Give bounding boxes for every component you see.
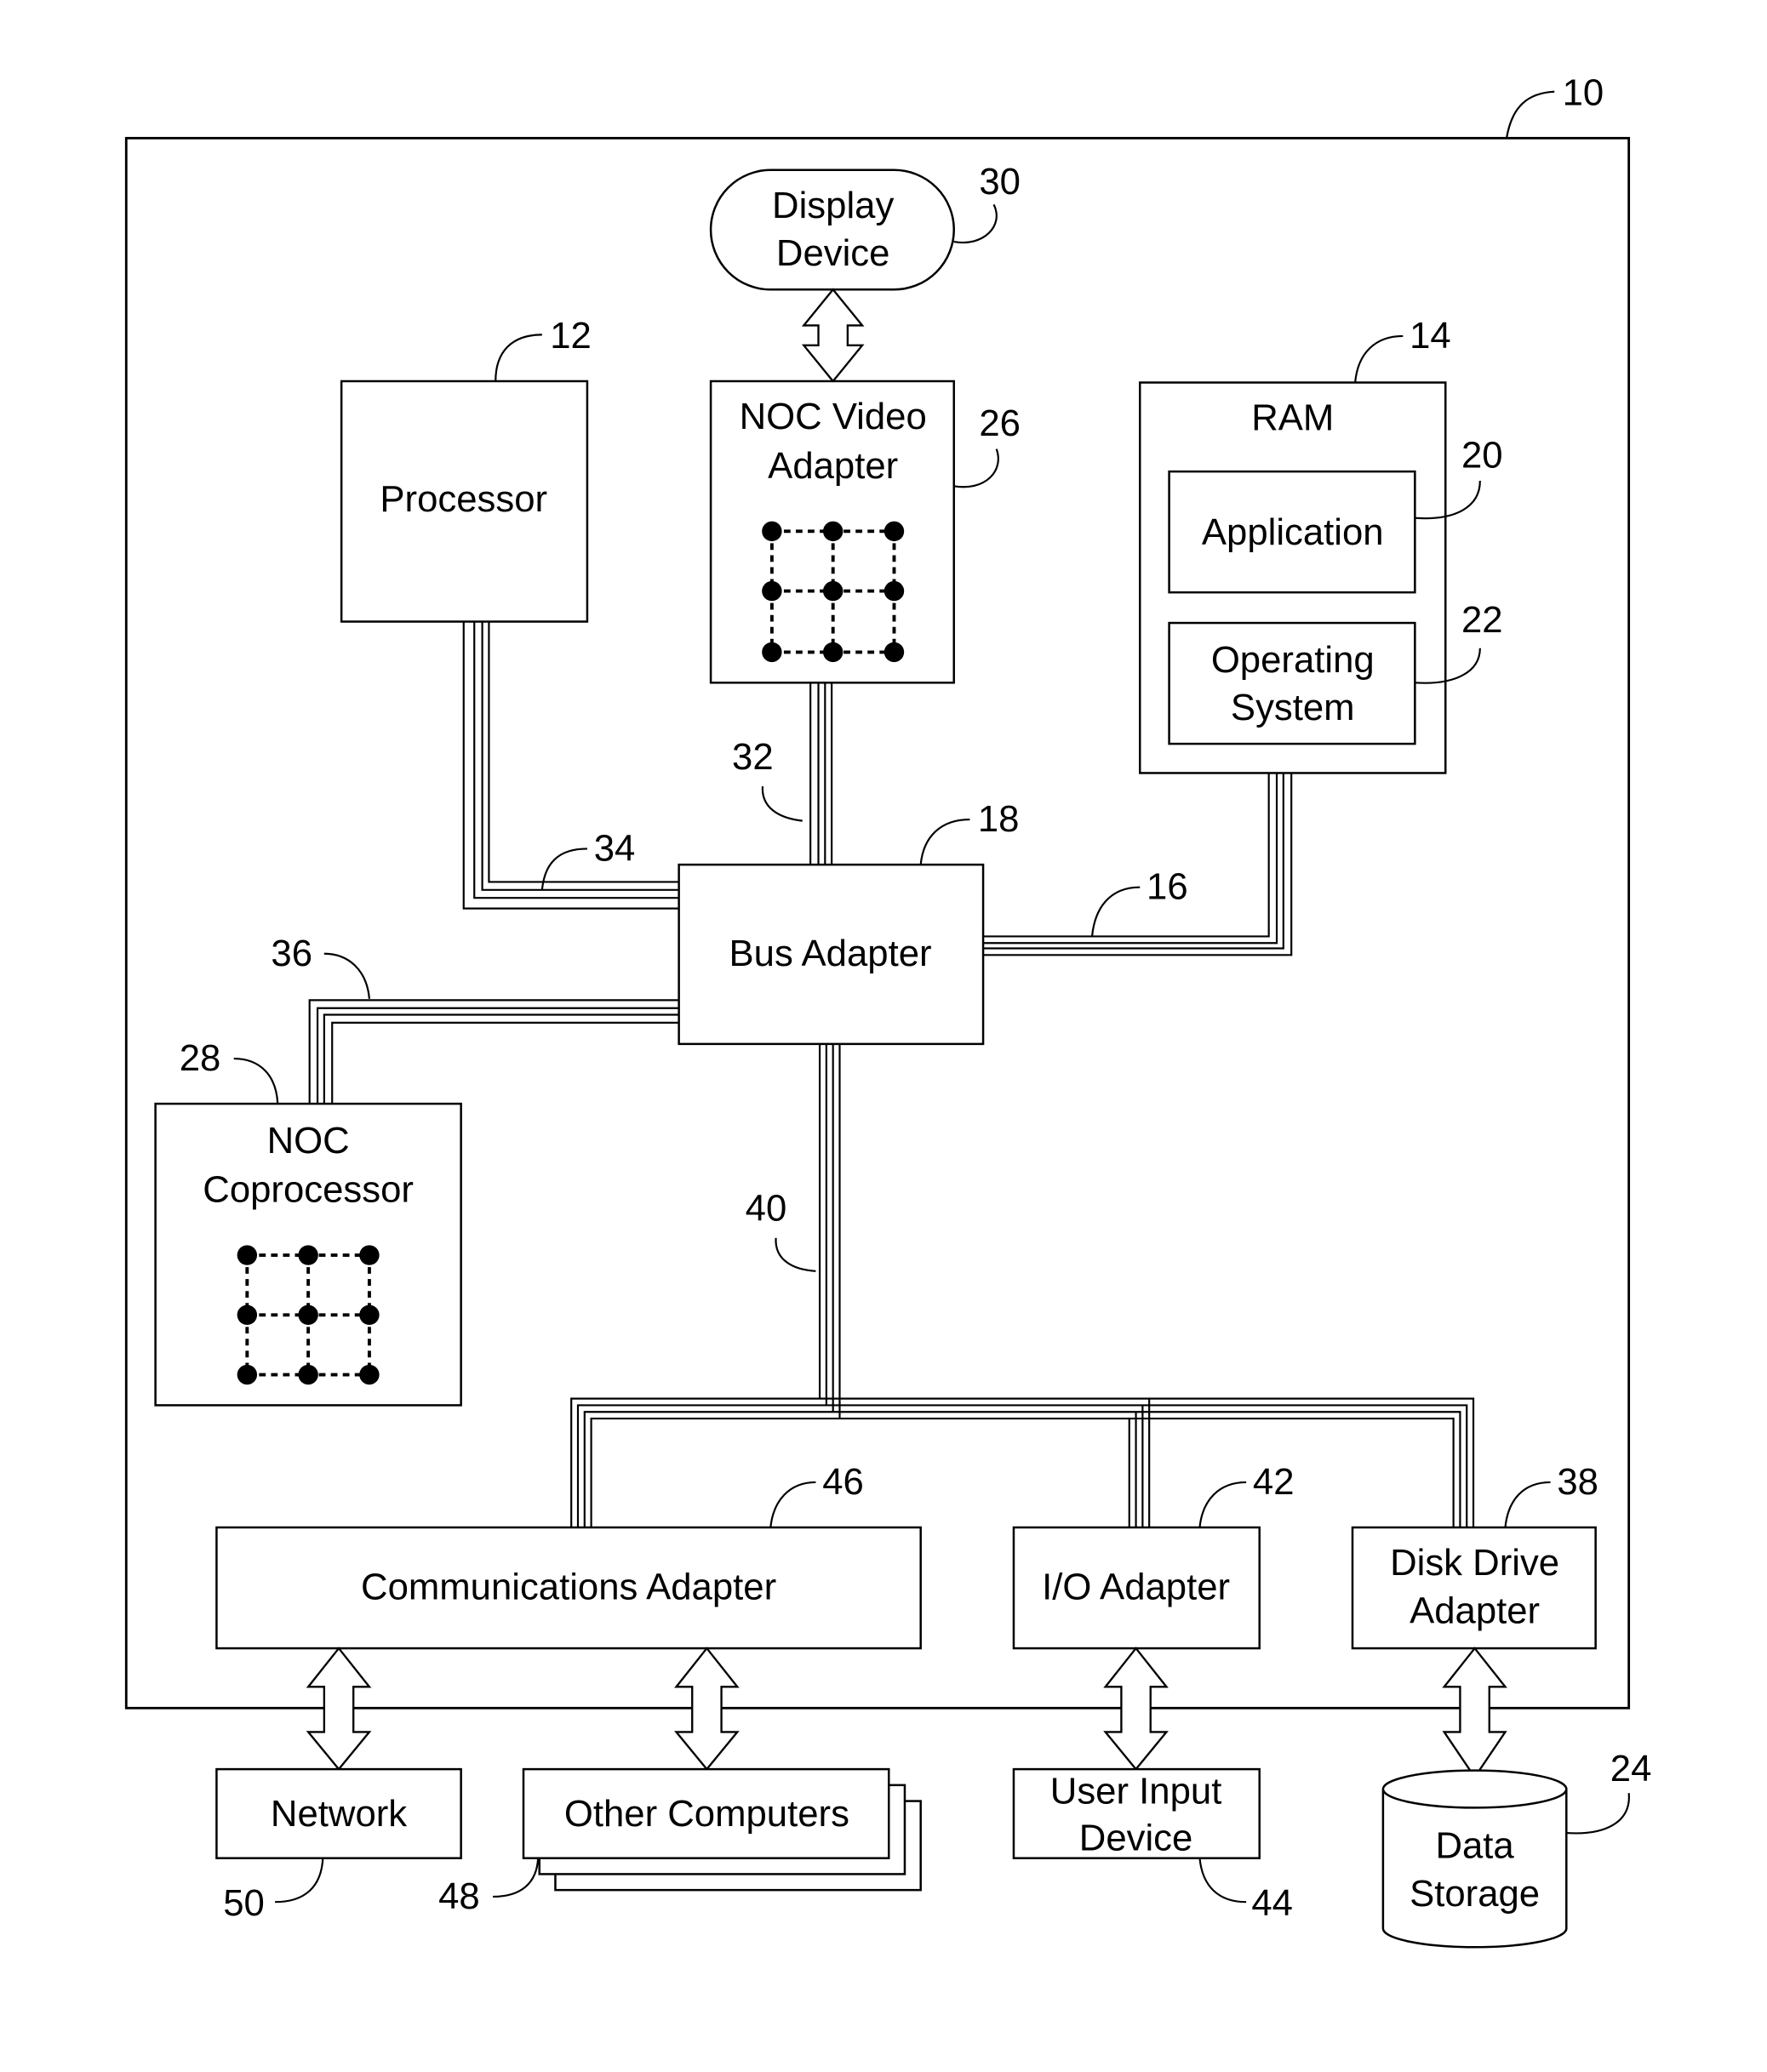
processor-ref: 12	[550, 315, 592, 357]
operating-system-ref: 22	[1461, 599, 1503, 641]
disk-drive-adapter-label-1: Disk Drive	[1390, 1542, 1559, 1584]
ram-leader	[1354, 334, 1404, 383]
disk-drive-adapter-ref: 38	[1557, 1461, 1598, 1503]
data-storage-label-1: Data	[1435, 1825, 1514, 1867]
ram-ref: 14	[1410, 315, 1451, 357]
other-computers-leader	[493, 1858, 540, 1898]
data-storage-arrow-icon	[1442, 1647, 1507, 1779]
io-adapter-ref: 42	[1253, 1461, 1295, 1503]
communications-adapter-ref: 46	[822, 1461, 864, 1503]
noc-coprocessor-leader	[233, 1057, 279, 1104]
memory-bus-leader	[1090, 886, 1141, 937]
front-side-bus	[462, 621, 679, 910]
operating-system-label-1: Operating	[1211, 639, 1375, 681]
front-side-bus-leader	[540, 848, 587, 890]
noc-video-adapter-leader	[953, 448, 999, 488]
coprocessor-bus-leader	[323, 952, 371, 999]
data-storage-ref: 24	[1610, 1748, 1652, 1789]
other-computers-ref: 48	[438, 1875, 480, 1917]
coprocessor-bus	[308, 999, 679, 1104]
coprocessor-bus-ref: 36	[271, 933, 312, 974]
expansion-bus-leader	[775, 1237, 816, 1272]
bus-adapter-ref: 18	[978, 798, 1020, 840]
bus-adapter-leader	[919, 818, 970, 865]
noc-coprocessor-ref: 28	[180, 1037, 221, 1079]
display-device-label-1: Display	[772, 185, 894, 226]
noc-coprocessor-label-2: Coprocessor	[203, 1169, 414, 1211]
io-adapter-leader	[1198, 1481, 1247, 1528]
disk-drive-adapter-leader	[1504, 1481, 1551, 1528]
communications-adapter-leader	[769, 1481, 816, 1528]
display-device-ref: 30	[979, 161, 1021, 203]
expansion-bus	[570, 1043, 1475, 1528]
display-device-leader	[953, 203, 998, 244]
front-side-bus-ref: 34	[594, 827, 636, 869]
display-device-label-2: Device	[776, 232, 890, 274]
display-arrow-icon	[801, 288, 865, 383]
noc-coprocessor-label-1: NOC	[267, 1120, 350, 1162]
user-input-device-label-2: Device	[1079, 1817, 1193, 1858]
operating-system-label-2: System	[1231, 687, 1355, 728]
data-storage-leader	[1566, 1793, 1630, 1835]
video-bus	[809, 682, 833, 865]
video-bus-ref: 32	[732, 736, 774, 778]
ram-label: RAM	[1251, 397, 1334, 439]
io-adapter-label: I/O Adapter	[1042, 1566, 1230, 1607]
other-computers-label: Other Computers	[564, 1793, 849, 1835]
user-input-device-label-1: User Input	[1050, 1771, 1222, 1812]
noc-video-adapter-ref: 26	[979, 402, 1021, 444]
video-bus-leader	[761, 785, 803, 822]
computer-system-diagram: 10 Display Device 30 Processor 12 NOC Vi…	[124, 71, 1652, 1949]
expansion-bus-ref: 40	[746, 1187, 787, 1229]
system-ref: 10	[1563, 71, 1604, 113]
network-label: Network	[271, 1793, 407, 1835]
memory-bus-ref: 16	[1147, 866, 1188, 908]
user-input-device-ref: 44	[1251, 1882, 1293, 1924]
application-ref: 20	[1461, 434, 1503, 476]
network-leader	[275, 1858, 324, 1904]
application-label: Application	[1202, 511, 1384, 553]
bus-adapter-label: Bus Adapter	[729, 933, 932, 974]
noc-video-adapter-label-1: NOC Video	[740, 396, 927, 437]
system-ref-leader	[1505, 90, 1555, 139]
communications-adapter-label: Communications Adapter	[361, 1566, 776, 1607]
user-input-device-leader	[1198, 1858, 1247, 1904]
network-ref: 50	[223, 1882, 265, 1924]
processor-label: Processor	[380, 478, 547, 520]
noc-video-adapter-label-2: Adapter	[768, 445, 898, 487]
processor-leader	[495, 334, 542, 381]
data-storage-label-2: Storage	[1410, 1873, 1540, 1915]
disk-drive-adapter-label-2: Adapter	[1410, 1590, 1540, 1631]
memory-bus	[983, 773, 1293, 956]
